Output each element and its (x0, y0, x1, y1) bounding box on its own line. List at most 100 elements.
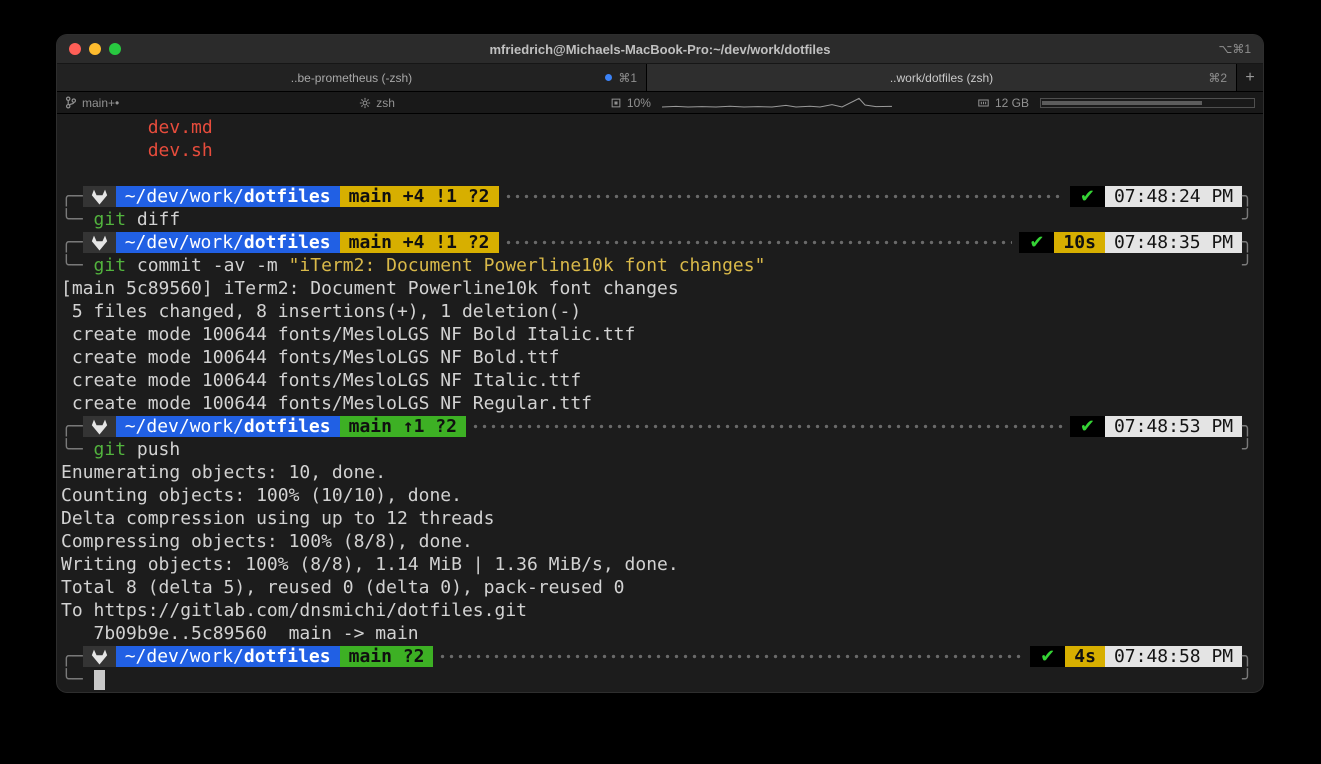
terminal-line: ╭─~/dev/work/dotfilesmain ?2✔4s07:48:58 … (61, 645, 1253, 668)
terminal-line: dev.md (61, 116, 1253, 139)
terminal-line: To https://gitlab.com/dnsmichi/dotfiles.… (61, 599, 1253, 622)
terminal-line: create mode 100644 fonts/MesloLGS NF Bol… (61, 323, 1253, 346)
new-tab-button[interactable]: + (1236, 64, 1263, 91)
dir-prefix: ~/dev/work/ (125, 186, 244, 207)
statusbar-cpu-component: 10% (610, 96, 892, 110)
exit-status-check: ✔ (1070, 186, 1105, 207)
git-branch-label: main+• (82, 96, 119, 110)
line-text: [main 5c89560] iTerm2: Document Powerlin… (61, 278, 679, 299)
terminal-line: ╭─~/dev/work/dotfilesmain +4 !1 ?2✔10s07… (61, 231, 1253, 254)
prompt-frame-right: ╮ (1242, 231, 1253, 254)
duration-badge: 4s (1065, 646, 1105, 667)
dir-name: dotfiles (244, 232, 331, 253)
text-span: "iTerm2: Document Powerline10k font chan… (289, 255, 766, 276)
window-title: mfriedrich@Michaels-MacBook-Pro:~/dev/wo… (57, 42, 1263, 57)
dotted-leader (506, 194, 1063, 199)
terminal-line: create mode 100644 fonts/MesloLGS NF Reg… (61, 392, 1253, 415)
terminal-line: ╰─ git commit -av -m "iTerm2: Document P… (61, 254, 1253, 277)
statusbar-ram-component: 12 GB (977, 96, 1255, 110)
prompt-frame-left: ╭─ (61, 231, 83, 254)
dir-prefix: ~/dev/work/ (125, 646, 244, 667)
line-text: To https://gitlab.com/dnsmichi/dotfiles.… (61, 600, 527, 621)
cpu-icon (610, 97, 622, 109)
shell-label: zsh (376, 96, 395, 110)
line-text: create mode 100644 fonts/MesloLGS NF Reg… (61, 393, 592, 414)
prompt-frame-right: ╯ (1242, 668, 1253, 691)
tab-label: ..be-prometheus (-zsh) (291, 71, 412, 85)
line-text: create mode 100644 fonts/MesloLGS NF Ita… (61, 370, 581, 391)
terminal-line: ╰─ git push╯ (61, 438, 1253, 461)
close-button[interactable] (69, 43, 81, 55)
text-span: Counting objects: 100% (10/10), done. (61, 485, 462, 506)
text-span: Delta compression using up to 12 threads (61, 508, 494, 529)
minimize-button[interactable] (89, 43, 101, 55)
shell-icon (359, 97, 371, 109)
line-text: Total 8 (delta 5), reused 0 (delta 0), p… (61, 577, 625, 598)
cpu-percent-label: 10% (627, 96, 651, 110)
prompt-frame-right: ╮ (1242, 185, 1253, 208)
text-span: git (94, 439, 127, 460)
dotted-leader (506, 240, 1013, 245)
terminal-line: Delta compression using up to 12 threads (61, 507, 1253, 530)
dir-name: dotfiles (244, 186, 331, 207)
prompt-frame-left: ╭─ (61, 415, 83, 438)
time-badge: 07:48:53 PM (1105, 416, 1242, 437)
prompt-dir-segment: ~/dev/work/dotfiles (116, 646, 340, 667)
tab-shortcut: ⌘2 (1208, 71, 1227, 85)
tab-label: ..work/dotfiles (zsh) (890, 71, 993, 85)
text-span: git (94, 209, 127, 230)
text-span: Writing objects: 100% (8/8), 1.14 MiB | … (61, 554, 679, 575)
tab-bar: ..be-prometheus (-zsh) ⌘1 ..work/dotfile… (57, 64, 1263, 92)
tab-be-prometheus[interactable]: ..be-prometheus (-zsh) ⌘1 (57, 64, 647, 91)
text-span: commit -av -m (126, 255, 289, 276)
dir-name: dotfiles (244, 646, 331, 667)
terminal-line: ╭─~/dev/work/dotfilesmain ↑1 ?2✔07:48:53… (61, 415, 1253, 438)
prompt-frame-right: ╮ (1242, 415, 1253, 438)
line-text: create mode 100644 fonts/MesloLGS NF Bol… (61, 347, 560, 368)
traffic-lights (69, 43, 121, 55)
terminal-line: Total 8 (delta 5), reused 0 (delta 0), p… (61, 576, 1253, 599)
gitlab-icon (83, 232, 116, 253)
zoom-button[interactable] (109, 43, 121, 55)
gitlab-icon (83, 186, 116, 207)
terminal-cursor (94, 670, 105, 690)
prompt-frame-right: ╯ (1242, 438, 1253, 461)
terminal-line: ╰─ git diff╯ (61, 208, 1253, 231)
gitlab-icon (83, 646, 116, 667)
git-status-segment: main +4 !1 ?2 (340, 232, 499, 253)
line-text: Compressing objects: 100% (8/8), done. (61, 531, 473, 552)
line-text: 7b09b9e..5c89560 main -> main (61, 623, 419, 644)
terminal-line: Compressing objects: 100% (8/8), done. (61, 530, 1253, 553)
terminal-line: Enumerating objects: 10, done. (61, 461, 1253, 484)
text-span: diff (126, 209, 180, 230)
statusbar-shell-component: zsh (359, 96, 395, 110)
gitlab-icon (83, 416, 116, 437)
terminal-line: ╭─~/dev/work/dotfilesmain +4 !1 ?2✔07:48… (61, 185, 1253, 208)
memory-icon (977, 97, 990, 109)
titlebar[interactable]: mfriedrich@Michaels-MacBook-Pro:~/dev/wo… (57, 35, 1263, 64)
text-span: create mode 100644 fonts/MesloLGS NF Bol… (61, 324, 635, 345)
dir-prefix: ~/dev/work/ (125, 416, 244, 437)
prompt-frame-right: ╮ (1242, 645, 1253, 668)
dotted-leader (440, 654, 1023, 659)
time-badge: 07:48:24 PM (1105, 186, 1242, 207)
prompt-frame-left: ╰─ (61, 668, 94, 691)
status-bar: main+• zsh 10% 12 GB (57, 92, 1263, 114)
terminal-line (61, 162, 1253, 185)
prompt-dir-segment: ~/dev/work/dotfiles (116, 416, 340, 437)
text-span: [main 5c89560] iTerm2: Document Powerlin… (61, 278, 679, 299)
tab-shortcut: ⌘1 (618, 71, 637, 85)
dotted-leader (473, 424, 1063, 429)
git-status-segment: main +4 !1 ?2 (340, 186, 499, 207)
duration-badge: 10s (1054, 232, 1105, 253)
ram-usage-bar (1040, 98, 1255, 108)
prompt-frame-left: ╰─ (61, 254, 94, 277)
text-span: Compressing objects: 100% (8/8), done. (61, 531, 473, 552)
line-text: Delta compression using up to 12 threads (61, 508, 494, 529)
text-span: 5 files changed, 8 insertions(+), 1 dele… (61, 301, 581, 322)
line-text: Writing objects: 100% (8/8), 1.14 MiB | … (61, 554, 679, 575)
cpu-sparkline (662, 96, 892, 110)
line-text: 5 files changed, 8 insertions(+), 1 dele… (61, 301, 581, 322)
terminal[interactable]: dev.md dev.sh╭─~/dev/work/dotfilesmain +… (57, 112, 1263, 692)
tab-dotfiles[interactable]: ..work/dotfiles (zsh) ⌘2 (647, 64, 1236, 91)
